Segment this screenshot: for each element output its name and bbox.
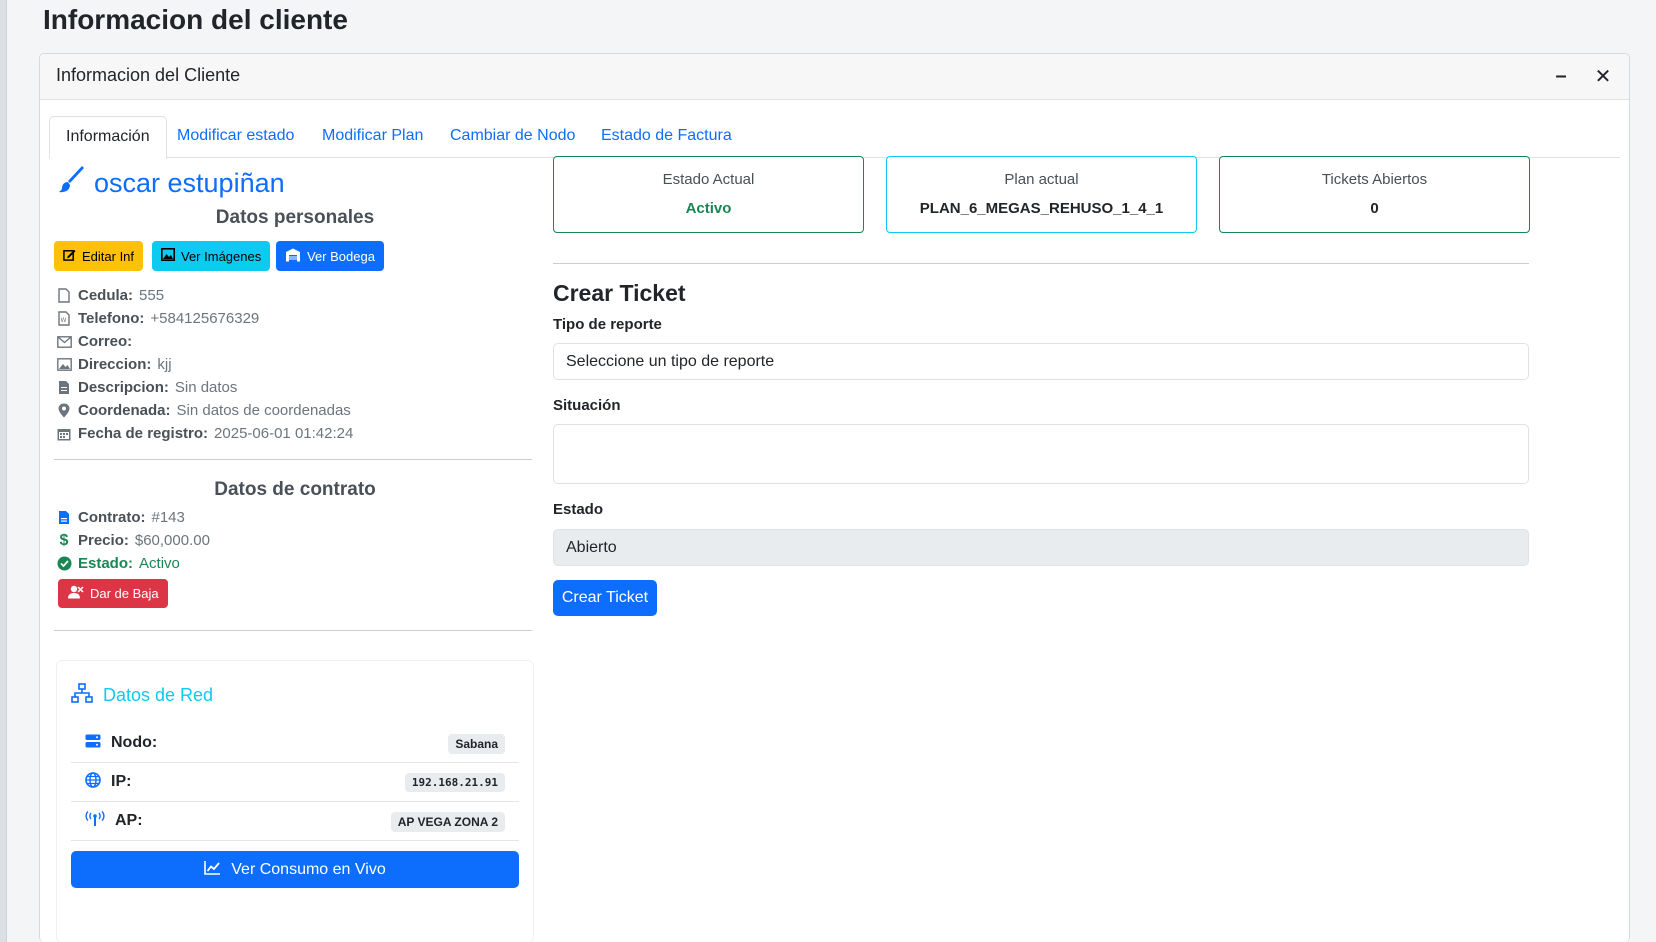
left-rail — [0, 0, 7, 942]
state-label: Estado — [553, 501, 604, 518]
client-info-card: Informacion del Cliente – ✕ Información … — [39, 53, 1630, 942]
dollar-icon: $ — [59, 531, 69, 549]
field-telefono: W Telefono: +584125676329 — [56, 310, 259, 327]
stat-plan-actual: Plan actual PLAN_6_MEGAS_REHUSO_1_4_1 — [886, 156, 1197, 233]
calendar-icon — [56, 426, 72, 442]
card-title: Informacion del Cliente — [56, 65, 241, 85]
file-icon — [56, 288, 72, 304]
paint-brush-icon — [58, 166, 86, 201]
field-descripcion: Descripcion: Sin datos — [56, 379, 237, 396]
view-warehouse-button[interactable]: Ver Bodega — [276, 241, 384, 271]
tab-modificar-plan[interactable]: Modificar Plan — [306, 116, 439, 158]
warehouse-icon — [285, 248, 301, 265]
field-coordenada: Coordenada: Sin datos de coordenadas — [56, 402, 351, 419]
contract-price: $ Precio: $60,000.00 — [56, 531, 210, 550]
report-type-select[interactable]: Seleccione un tipo de reporte — [553, 343, 1529, 380]
tab-bar: Información Modificar estado Modificar P… — [49, 116, 1620, 159]
sitemap-icon — [71, 683, 93, 708]
server-icon — [85, 734, 101, 753]
edit-icon — [63, 248, 76, 264]
card-header: Informacion del Cliente – ✕ — [40, 54, 1629, 100]
client-name-text: oscar estupiñan — [94, 168, 285, 198]
create-ticket-button[interactable]: Crear Ticket — [553, 580, 657, 616]
envelope-icon — [56, 334, 72, 350]
file-word-icon: W — [56, 311, 72, 327]
network-row-ap: AP: AP VEGA ZONA 2 — [71, 802, 519, 841]
ip-badge: 192.168.21.91 — [404, 773, 505, 792]
image-icon — [161, 248, 175, 264]
network-title: Datos de Red — [71, 683, 213, 708]
field-fecha-registro: Fecha de registro: 2025-06-01 01:42:24 — [56, 425, 353, 442]
field-direccion: Direccion: kjj — [56, 356, 172, 373]
svg-text:W: W — [61, 317, 67, 324]
divider — [54, 459, 532, 460]
contract-status: Estado: Activo — [56, 555, 180, 572]
report-type-label: Tipo de reporte — [553, 316, 662, 333]
file-text-icon — [56, 380, 72, 396]
create-ticket-title: Crear Ticket — [553, 280, 686, 306]
node-badge: Sabana — [448, 734, 505, 754]
network-card: Datos de Red Nodo: Sabana IP: 192.168.21… — [56, 660, 534, 942]
network-row-ip: IP: 192.168.21.91 — [71, 763, 519, 802]
personal-data-heading: Datos personales — [215, 207, 375, 228]
ap-badge: AP VEGA ZONA 2 — [390, 812, 505, 832]
live-consumption-button[interactable]: Ver Consumo en Vivo — [71, 851, 519, 888]
chart-line-icon — [204, 860, 221, 880]
cancel-service-button[interactable]: Dar de Baja — [58, 579, 168, 608]
field-correo: Correo: — [56, 333, 138, 350]
edit-info-button[interactable]: Editar Inf — [54, 241, 144, 271]
view-images-button[interactable]: Ver Imágenes — [152, 241, 271, 271]
page-title: Informacion del cliente — [43, 4, 348, 35]
globe-icon — [85, 771, 101, 793]
field-cedula: Cedula: 555 — [56, 287, 164, 304]
client-name: oscar estupiñan — [58, 166, 285, 201]
user-remove-icon — [67, 585, 84, 602]
situation-textarea[interactable] — [553, 424, 1529, 484]
tab-estado-factura[interactable]: Estado de Factura — [585, 116, 748, 158]
minimize-icon[interactable]: – — [1549, 64, 1573, 88]
network-row-nodo: Nodo: Sabana — [71, 724, 519, 763]
contract-heading: Datos de contrato — [214, 479, 376, 500]
stat-tickets-abiertos: Tickets Abiertos 0 — [1219, 156, 1530, 233]
close-icon[interactable]: ✕ — [1591, 64, 1615, 88]
antenna-icon — [85, 810, 105, 832]
check-circle-icon — [56, 556, 72, 572]
divider — [553, 263, 1529, 264]
situation-label: Situación — [553, 397, 621, 414]
tab-modificar-estado[interactable]: Modificar estado — [161, 116, 310, 158]
tab-informacion[interactable]: Información — [49, 116, 167, 159]
map-pin-icon — [56, 403, 72, 419]
tab-cambiar-nodo[interactable]: Cambiar de Nodo — [434, 116, 591, 158]
divider — [54, 630, 532, 631]
state-field: Abierto — [553, 529, 1529, 566]
contract-icon — [56, 510, 72, 526]
stat-estado-actual: Estado Actual Activo — [553, 156, 864, 233]
image-icon — [56, 357, 72, 373]
contract-number: Contrato: #143 — [56, 509, 185, 526]
